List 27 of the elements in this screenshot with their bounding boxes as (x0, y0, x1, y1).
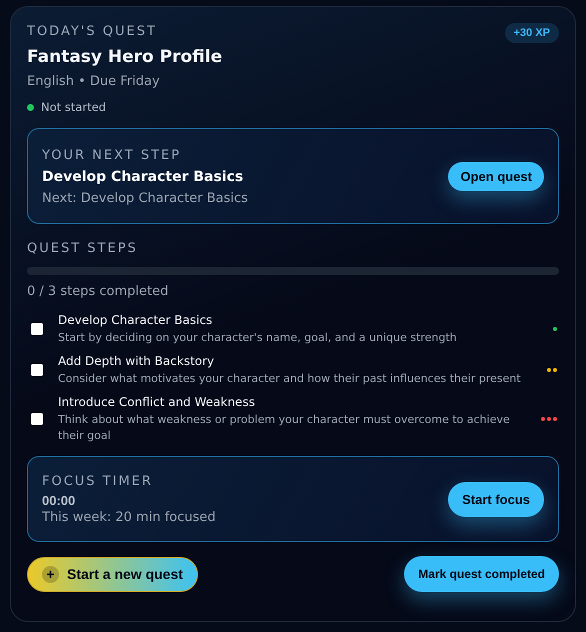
step-description: Consider what motivates your character and how their past influences their present (58, 371, 522, 387)
step-title: Introduce Conflict and Weakness (58, 394, 256, 410)
step-checkbox[interactable] (31, 413, 43, 425)
step-checkbox[interactable] (31, 364, 43, 376)
complete-quest-button[interactable]: Mark quest completed (404, 556, 559, 592)
step-description: Start by deciding on your character's name, goal, and a unique strength (58, 330, 458, 346)
open-quest-button[interactable]: Open quest (448, 162, 544, 190)
step-subtitle: Next: Develop Character Basics (42, 190, 248, 206)
focus-summary: This week: 20 min focused (42, 510, 216, 525)
step-description: Think about what weakness or problem your character must overcome to achieve their goal (58, 412, 511, 444)
start-focus-button[interactable]: Start focus (448, 482, 544, 516)
section-label: QUEST STEPS (27, 240, 139, 258)
xp-badge: +30 XP (504, 23, 559, 43)
step-checkbox[interactable] (31, 323, 43, 335)
plus-icon: + (42, 566, 59, 582)
new-quest-button[interactable]: + Start a new quest (27, 556, 198, 592)
quest-meta: English • Due Friday (27, 73, 161, 91)
section-label: FOCUS TIMER (42, 473, 154, 491)
status-label: Not started (41, 100, 106, 114)
quest-title: Fantasy Hero Profile (27, 46, 222, 68)
progress-summary: 0 / 3 steps completed (27, 284, 170, 299)
section-label: TODAY'S QUEST (27, 23, 158, 41)
step-title: Develop Character Basics (42, 168, 244, 184)
step-title: Develop Character Basics (58, 312, 214, 328)
section-label: YOUR NEXT STEP (42, 146, 182, 164)
step-title: Add Depth with Backstory (58, 353, 216, 369)
timer-display: 00:00 (42, 493, 76, 508)
